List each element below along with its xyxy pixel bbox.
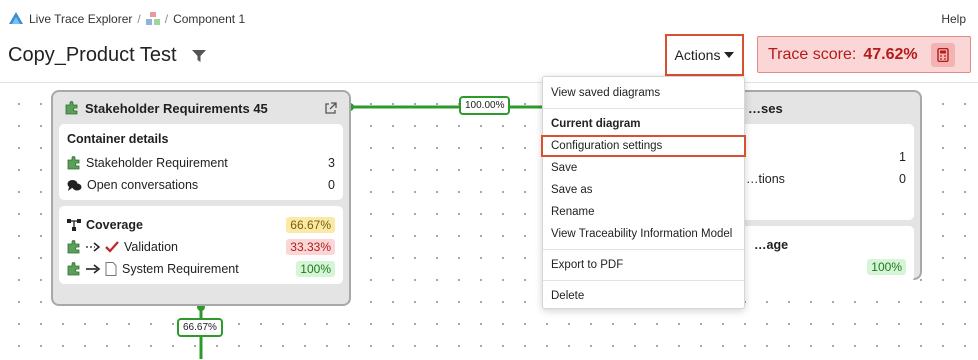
row-label: Validation [124,240,178,254]
coverage-title: Coverage [86,218,143,232]
list-item[interactable]: Stakeholder Requirement 3 [67,152,335,174]
card-title: …ses [748,100,783,116]
menu-item-rename[interactable]: Rename [543,201,744,223]
edge-label-vertical: 66.67% [177,318,223,337]
row-value: 1 [899,150,906,164]
conversations-icon [67,179,82,191]
coverage-title: …age [754,238,789,252]
container-details-title: Container details [67,132,169,146]
stakeholder-requirements-card[interactable]: Stakeholder Requirements 45 Container de… [51,90,351,306]
coverage-panel: Coverage 66.67% Validation 33.33% System… [59,206,343,284]
checkmark-icon [105,241,119,253]
menu-item-save-as[interactable]: Save as [543,179,744,201]
menu-header-current-diagram: Current diagram [551,118,641,130]
puzzle-icon [65,101,78,115]
open-external-icon[interactable] [324,101,337,115]
puzzle-icon [67,240,80,254]
document-icon [105,262,117,276]
row-value: 0 [328,178,335,192]
coverage-row-badge: 100% [296,261,335,277]
coverage-badge: 100% [867,259,906,275]
arrow-right-icon [86,264,100,274]
menu-item-view-tim[interactable]: View Traceability Information Model [543,223,744,245]
dashed-arrow-icon [86,242,100,252]
row-label: System Requirement [122,262,239,276]
edge-label-horizontal: 100.00% [459,96,511,115]
menu-divider [543,280,744,281]
menu-item-delete[interactable]: Delete [543,285,744,307]
coverage-row-badge: 33.33% [286,239,335,255]
list-item[interactable]: System Requirement 100% [67,258,335,280]
card-title: Stakeholder Requirements 45 [85,100,268,116]
menu-item-export-pdf[interactable]: Export to PDF [543,254,744,276]
row-value: 0 [899,172,906,186]
hierarchy-icon [67,219,81,231]
row-value: 3 [328,156,335,170]
puzzle-icon [67,156,80,170]
container-details-panel: Container details Stakeholder Requiremen… [59,124,343,200]
coverage-badge: 66.67% [286,217,335,233]
menu-divider [543,249,744,250]
list-item[interactable]: Open conversations 0 [67,174,335,196]
puzzle-icon [67,262,80,276]
row-label: Stakeholder Requirement [86,156,228,170]
menu-item-save[interactable]: Save [543,157,744,179]
menu-item-configuration-settings[interactable]: Configuration settings [541,135,746,157]
menu-divider [543,108,744,109]
actions-menu: View saved diagrams Current diagram Conf… [541,76,746,309]
list-item[interactable]: Validation 33.33% [67,236,335,258]
menu-item-view-saved-diagrams[interactable]: View saved diagrams [543,82,744,104]
row-label: Open conversations [87,178,199,192]
